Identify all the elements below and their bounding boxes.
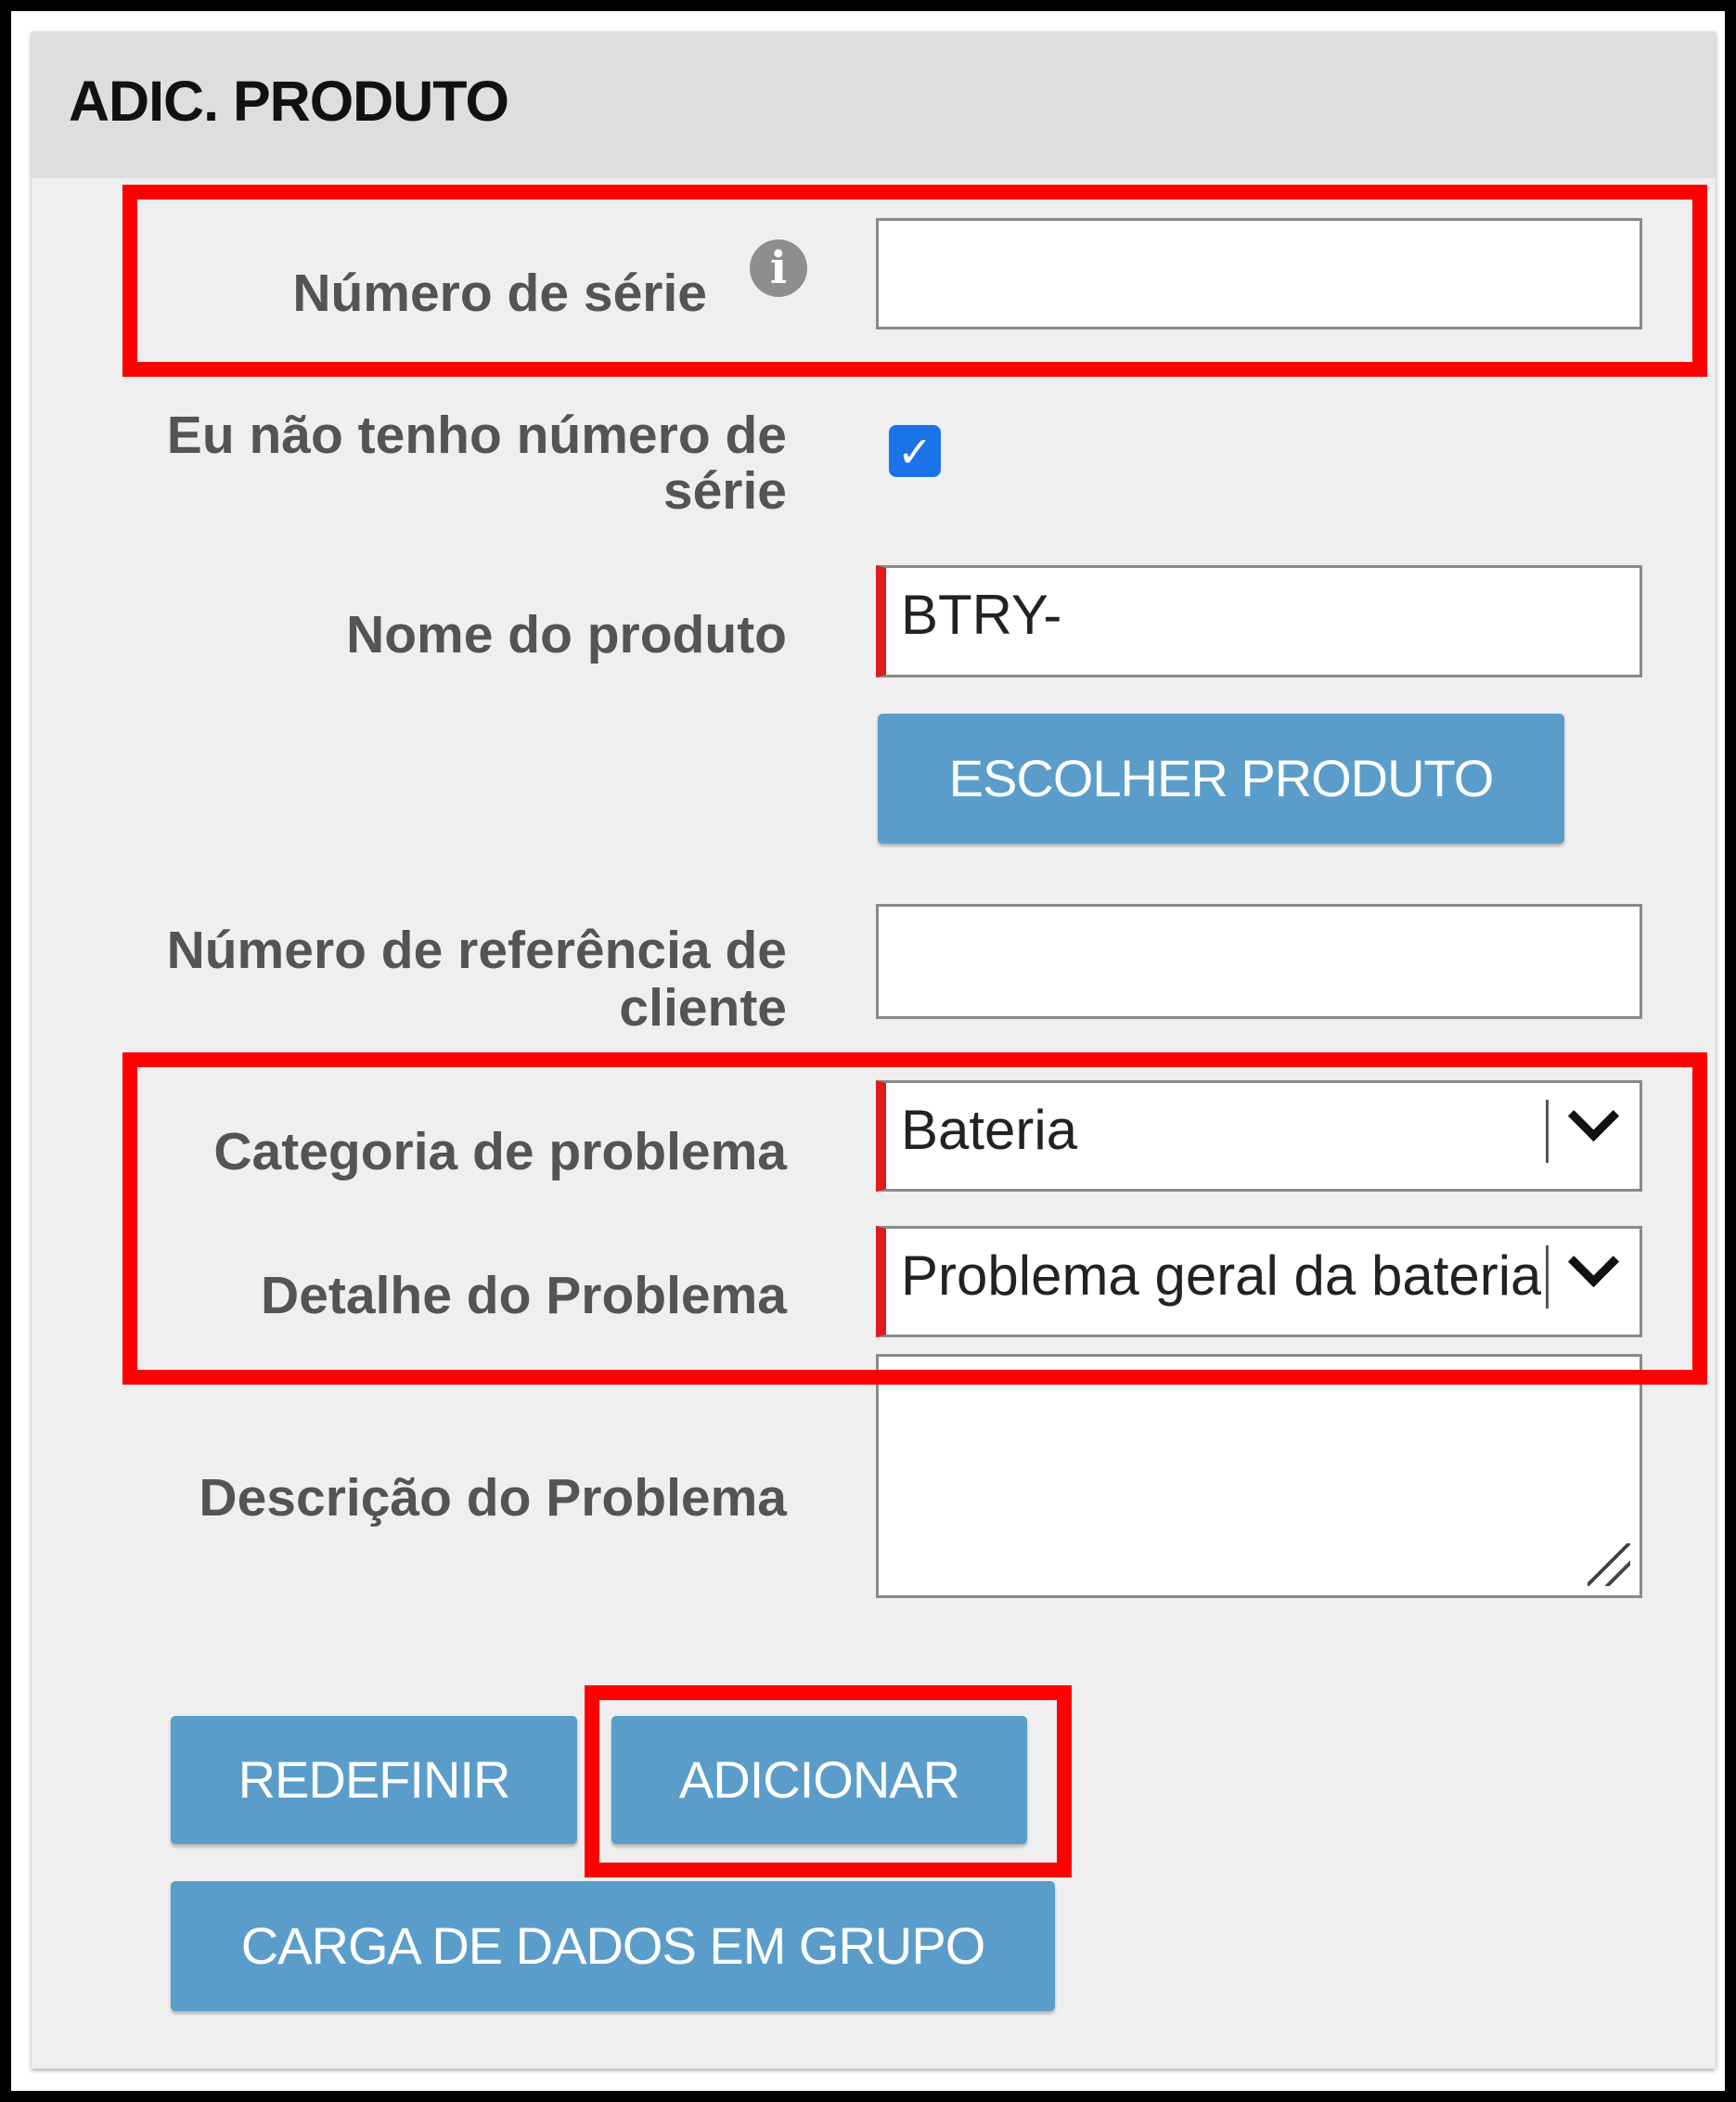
problem-description-textarea[interactable] <box>876 1354 1642 1598</box>
choose-product-button[interactable]: ESCOLHER PRODUTO <box>878 714 1564 844</box>
highlight-problem-fields <box>122 1052 1707 1385</box>
customer-reference-label-line2: cliente <box>619 978 787 1038</box>
resize-grip-icon[interactable] <box>1588 1543 1630 1586</box>
bulk-upload-button[interactable]: CARGA DE DADOS EM GRUPO <box>171 1881 1055 2011</box>
highlight-add-button <box>585 1685 1072 1877</box>
no-serial-label-line1: Eu não tenho número de <box>166 406 787 465</box>
problem-description-label: Descrição do Problema <box>199 1468 787 1528</box>
reset-button[interactable]: REDEFINIR <box>171 1716 577 1844</box>
screenshot-frame: ADIC. PRODUTO Número de série i Eu não t… <box>0 0 1736 2102</box>
checkbox-checked-icon: ✓ <box>896 428 933 476</box>
product-name-label: Nome do produto <box>346 605 787 664</box>
panel-header: ADIC. PRODUTO <box>32 32 1716 178</box>
add-product-panel: ADIC. PRODUTO Número de série i Eu não t… <box>32 32 1716 2069</box>
panel-title: ADIC. PRODUTO <box>69 70 509 133</box>
customer-reference-input[interactable] <box>876 904 1642 1019</box>
product-name-input[interactable]: BTRY- <box>876 565 1642 677</box>
customer-reference-label-line1: Número de referência de <box>166 921 787 980</box>
no-serial-label-line2: série <box>662 461 787 521</box>
product-name-value: BTRY- <box>901 584 1062 646</box>
highlight-serial-number <box>122 185 1707 377</box>
no-serial-checkbox[interactable]: ✓ <box>889 425 941 477</box>
